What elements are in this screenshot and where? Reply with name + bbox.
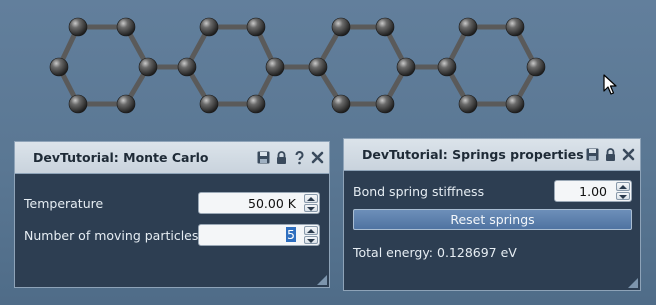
panel-title: DevTutorial: Monte Carlo [33, 150, 209, 165]
carbon-atom[interactable] [246, 17, 266, 37]
save-icon[interactable] [256, 150, 271, 165]
help-icon[interactable] [292, 150, 307, 165]
springs-panel: DevTutorial: Springs properties Bond spr… [343, 138, 641, 291]
particles-label: Number of moving particles [24, 228, 199, 243]
stiffness-decrement-button[interactable] [616, 191, 630, 200]
resize-grip-icon[interactable] [628, 278, 638, 288]
carbon-atom[interactable] [505, 17, 525, 37]
carbon-atom[interactable] [199, 94, 219, 114]
resize-grip-icon[interactable] [317, 275, 327, 285]
reset-springs-button[interactable]: Reset springs [353, 209, 632, 230]
carbon-atom[interactable] [437, 57, 457, 77]
carbon-atom[interactable] [199, 17, 219, 37]
total-energy-text: Total energy: 0.128697 eV [353, 245, 517, 260]
carbon-atom[interactable] [331, 94, 351, 114]
stiffness-increment-button[interactable] [616, 182, 630, 191]
carbon-atom[interactable] [308, 57, 328, 77]
carbon-atom[interactable] [68, 17, 88, 37]
temperature-increment-button[interactable] [304, 194, 318, 203]
carbon-atom[interactable] [375, 17, 395, 37]
temperature-decrement-button[interactable] [304, 203, 318, 212]
carbon-atom[interactable] [331, 17, 351, 37]
carbon-atom[interactable] [375, 94, 395, 114]
molecule-bonds [56, 24, 539, 107]
carbon-atom[interactable] [458, 17, 478, 37]
carbon-atom[interactable] [526, 57, 546, 77]
particles-value: 5 [286, 227, 296, 242]
monte-carlo-panel: DevTutorial: Monte Carlo Temperature 50.… [14, 141, 330, 288]
particles-increment-button[interactable] [304, 226, 318, 235]
temperature-spinbox[interactable] [198, 192, 320, 214]
particles-spinbox[interactable]: 5 [198, 224, 320, 246]
lock-icon[interactable] [274, 150, 289, 165]
close-icon[interactable] [621, 147, 636, 162]
panel-title: DevTutorial: Springs properties [362, 147, 584, 162]
arrow-up-icon [619, 185, 627, 189]
arrow-down-icon [307, 206, 315, 211]
particles-input[interactable]: 5 [199, 225, 303, 245]
mouse-cursor-icon [603, 74, 617, 95]
particles-decrement-button[interactable] [304, 235, 318, 244]
save-icon[interactable] [585, 147, 600, 162]
temperature-label: Temperature [24, 196, 104, 211]
carbon-atom[interactable] [265, 57, 285, 77]
carbon-atom[interactable] [458, 94, 478, 114]
carbon-atom[interactable] [116, 94, 136, 114]
close-icon[interactable] [310, 150, 325, 165]
molecule-viewport[interactable] [0, 0, 656, 140]
arrow-down-icon [307, 238, 315, 243]
carbon-atom[interactable] [138, 57, 158, 77]
carbon-atom[interactable] [116, 17, 136, 37]
springs-panel-header[interactable]: DevTutorial: Springs properties [344, 139, 640, 171]
stiffness-label: Bond spring stiffness [353, 184, 485, 199]
lock-icon[interactable] [603, 147, 618, 162]
carbon-atom[interactable] [68, 94, 88, 114]
carbon-atom[interactable] [505, 94, 525, 114]
arrow-down-icon [619, 194, 627, 199]
temperature-input[interactable] [199, 193, 303, 213]
stiffness-input[interactable] [555, 181, 615, 201]
carbon-atom[interactable] [246, 94, 266, 114]
carbon-atom[interactable] [177, 57, 197, 77]
arrow-up-icon [307, 229, 315, 233]
carbon-atom[interactable] [49, 57, 69, 77]
arrow-up-icon [307, 197, 315, 201]
monte-carlo-panel-header[interactable]: DevTutorial: Monte Carlo [15, 142, 329, 174]
carbon-atom[interactable] [396, 57, 416, 77]
stiffness-spinbox[interactable] [554, 180, 632, 202]
